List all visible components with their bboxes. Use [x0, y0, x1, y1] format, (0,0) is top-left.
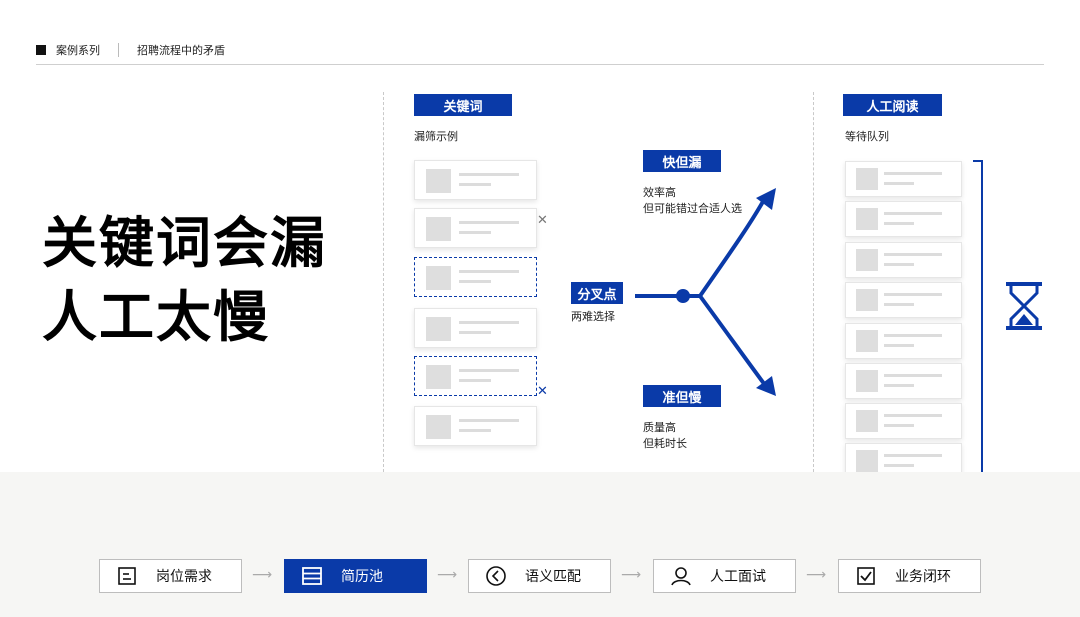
step-label: 语义匹配: [525, 569, 581, 585]
header-rule: [36, 64, 1044, 65]
queue-card: [845, 201, 962, 237]
queue-card: [845, 323, 962, 359]
fork-tag: 分叉点: [571, 282, 623, 304]
topic-label: 招聘流程中的矛盾: [137, 44, 225, 57]
resume-card: [414, 160, 537, 200]
manual-tag: 人工阅读: [843, 94, 942, 116]
keyword-subtitle: 漏筛示例: [414, 130, 458, 143]
semantic-icon: [485, 565, 507, 587]
list-icon: [301, 565, 323, 587]
resume-card: [414, 208, 537, 248]
square-bullet-icon: [36, 45, 46, 55]
position-icon: [116, 565, 138, 587]
step-label: 业务闭环: [895, 569, 951, 585]
queue-card: [845, 161, 962, 197]
queue-bracket: [973, 160, 983, 474]
accurate-desc-2: 但耗时长: [643, 437, 687, 450]
check-icon: [855, 565, 877, 587]
step-label: 岗位需求: [156, 569, 212, 585]
breadcrumb: 案例系列 招聘流程中的矛盾: [36, 42, 225, 58]
process-panel: [0, 472, 1080, 617]
fast-tag: 快但漏: [643, 150, 721, 172]
close-icon: ✕: [537, 384, 548, 399]
accurate-branch: [698, 294, 767, 387]
fork-caption: 两难选择: [571, 310, 615, 323]
step-label: 人工面试: [710, 569, 766, 585]
column-divider-left: [383, 92, 384, 472]
column-divider-right: [813, 92, 814, 472]
arrow-right-icon: ⟶: [621, 567, 642, 583]
queue-card: [845, 242, 962, 278]
resume-card: [414, 308, 537, 348]
arrow-right-icon: ⟶: [437, 567, 458, 583]
hourglass-icon: [1006, 282, 1042, 330]
step-closed-loop: 业务闭环: [838, 559, 981, 593]
step-position: 岗位需求: [99, 559, 242, 593]
accurate-desc-1: 质量高: [643, 421, 676, 434]
resume-card-missed: [414, 356, 537, 396]
arrow-right-icon: ⟶: [252, 567, 273, 583]
headline-line-2: 人工太慢: [42, 285, 271, 349]
fast-desc-1: 效率高: [643, 186, 676, 199]
step-label: 简历池: [341, 569, 383, 585]
resume-card: [414, 406, 537, 446]
person-icon: [670, 565, 692, 587]
divider: [118, 43, 119, 57]
queue-card: [845, 282, 962, 318]
step-semantic: 语义匹配: [468, 559, 611, 593]
section-label: 案例系列: [56, 44, 100, 57]
step-interview: 人工面试: [653, 559, 796, 593]
resume-card-missed: [414, 257, 537, 297]
queue-card: [845, 363, 962, 399]
close-icon: ✕: [537, 213, 548, 228]
headline-line-1: 关键词会漏: [42, 211, 328, 275]
keyword-tag: 关键词: [414, 94, 512, 116]
accurate-tag: 准但慢: [643, 385, 721, 407]
manual-subtitle: 等待队列: [845, 130, 889, 143]
queue-card: [845, 403, 962, 439]
fork-node: [676, 289, 690, 303]
step-resume-pool: 简历池: [284, 559, 427, 593]
fast-desc-2: 但可能错过合适人选: [643, 202, 742, 215]
headline: 关键词会漏 人工太慢: [42, 206, 327, 354]
arrow-right-icon: ⟶: [806, 567, 827, 583]
